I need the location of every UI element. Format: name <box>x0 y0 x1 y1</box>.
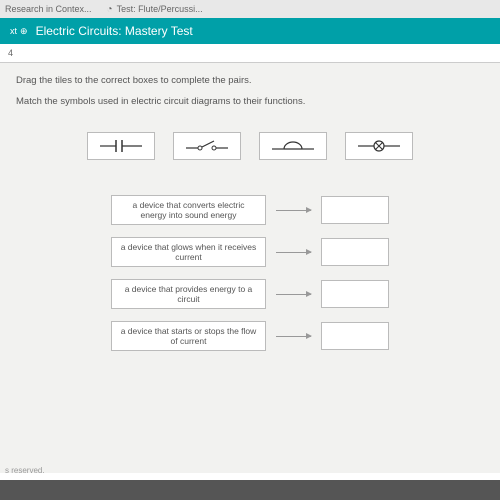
tiles-row <box>16 132 484 160</box>
drop-target[interactable] <box>321 280 389 308</box>
drop-target[interactable] <box>321 322 389 350</box>
arrow-icon <box>276 210 311 211</box>
drop-target[interactable] <box>321 196 389 224</box>
description-box: a device that converts electric energy i… <box>111 195 266 225</box>
pair-row: a device that converts electric energy i… <box>111 195 389 225</box>
pair-row: a device that glows when it receives cur… <box>111 237 389 267</box>
capacitor-icon <box>98 136 144 156</box>
tile-switch[interactable] <box>173 132 241 160</box>
arrow-icon <box>276 294 311 295</box>
bookmark-label: Research in Contex... <box>5 4 92 14</box>
instruction-line-1: Drag the tiles to the correct boxes to c… <box>16 75 484 86</box>
pairs-container: a device that converts electric energy i… <box>16 195 484 351</box>
tile-lamp[interactable] <box>345 132 413 160</box>
content-area: Drag the tiles to the correct boxes to c… <box>0 63 500 473</box>
footer-text: s reserved. <box>0 463 50 478</box>
pair-row: a device that provides energy to a circu… <box>111 279 389 309</box>
arrow-icon <box>276 336 311 337</box>
page-title: Electric Circuits: Mastery Test <box>36 24 193 38</box>
app-header: xt ⊕ Electric Circuits: Mastery Test <box>0 18 500 44</box>
question-number: 4 <box>8 48 13 58</box>
description-box: a device that provides energy to a circu… <box>111 279 266 309</box>
bookmark-test[interactable]: ◔ Test: Flute/Percussi... <box>107 4 203 15</box>
arrow-icon <box>276 252 311 253</box>
instruction-line-2: Match the symbols used in electric circu… <box>16 96 484 107</box>
description-box: a device that glows when it receives cur… <box>111 237 266 267</box>
globe-icon: ◔ <box>107 4 113 15</box>
drop-target[interactable] <box>321 238 389 266</box>
bookmark-label: Test: Flute/Percussi... <box>117 4 203 14</box>
browser-bookmarks-bar: Research in Contex... ◔ Test: Flute/Perc… <box>0 0 500 18</box>
bookmark-research[interactable]: Research in Contex... <box>5 4 92 14</box>
tile-buzzer[interactable] <box>259 132 327 160</box>
pair-row: a device that starts or stops the flow o… <box>111 321 389 351</box>
next-button[interactable]: xt ⊕ <box>10 26 28 37</box>
buzzer-icon <box>270 136 316 156</box>
lamp-icon <box>356 136 402 156</box>
tile-capacitor[interactable] <box>87 132 155 160</box>
switch-icon <box>184 136 230 156</box>
app-window: xt ⊕ Electric Circuits: Mastery Test 4 D… <box>0 18 500 480</box>
description-box: a device that starts or stops the flow o… <box>111 321 266 351</box>
question-number-bar: 4 <box>0 44 500 63</box>
circle-arrow-icon: ⊕ <box>20 26 28 37</box>
